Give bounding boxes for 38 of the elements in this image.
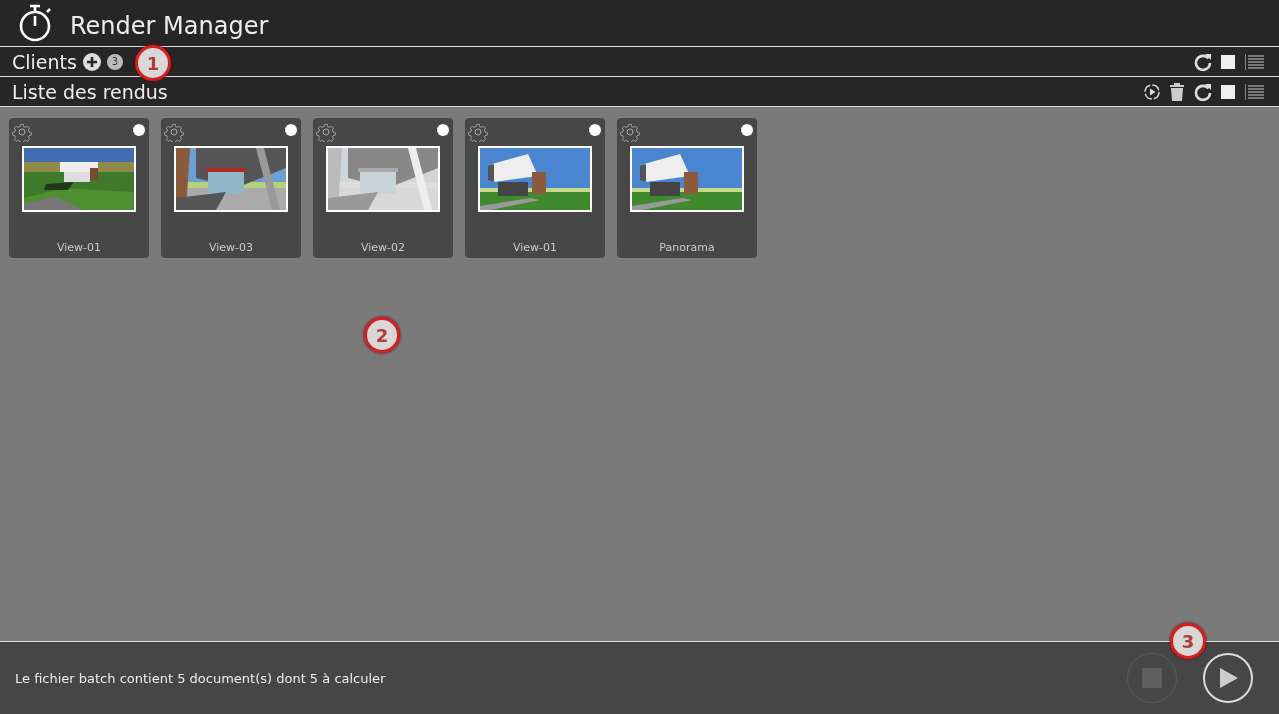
add-icon[interactable] [82, 52, 101, 71]
section-title: Liste des rendus [12, 80, 168, 103]
grid-view-icon[interactable] [1221, 53, 1237, 70]
list-view-icon[interactable] [1245, 83, 1265, 100]
settings-icon[interactable] [316, 122, 336, 142]
grid-view-icon[interactable] [1221, 83, 1237, 100]
render-card[interactable]: View-02 [313, 118, 453, 258]
render-card[interactable]: View-03 [161, 118, 301, 258]
list-view-icon[interactable] [1245, 53, 1265, 70]
stopwatch-icon [18, 4, 54, 42]
render-card[interactable]: View-01 [465, 118, 605, 258]
settings-icon[interactable] [164, 122, 184, 142]
section-title: Clients [12, 50, 77, 73]
refresh-icon[interactable] [1193, 81, 1213, 102]
render-card[interactable]: Panorama [617, 118, 757, 258]
select-radio[interactable] [437, 124, 449, 136]
status-message: Le fichier batch contient 5 document(s) dont 5 à calculer [15, 670, 387, 686]
window-title: Render Manager [70, 12, 269, 40]
render-name: View-02 [360, 241, 406, 254]
count-badge: 3 [106, 53, 123, 70]
render-name: View-01 [56, 241, 102, 254]
settings-icon[interactable] [12, 122, 32, 142]
select-radio[interactable] [285, 124, 297, 136]
trash-icon[interactable] [1169, 82, 1185, 101]
play-icon [1217, 667, 1239, 689]
select-radio[interactable] [589, 124, 601, 136]
render-name: Panorama [659, 241, 715, 254]
settings-icon[interactable] [468, 122, 488, 142]
render-name: View-03 [208, 241, 254, 254]
render-name: View-01 [512, 241, 558, 254]
select-radio[interactable] [741, 124, 753, 136]
select-radio[interactable] [133, 124, 145, 136]
play-button[interactable] [1203, 653, 1253, 703]
play-circle-icon[interactable] [1143, 82, 1161, 101]
refresh-icon[interactable] [1193, 51, 1213, 72]
render-card[interactable]: View-01 [9, 118, 149, 258]
settings-icon[interactable] [620, 122, 640, 142]
stop-icon [1142, 668, 1162, 688]
